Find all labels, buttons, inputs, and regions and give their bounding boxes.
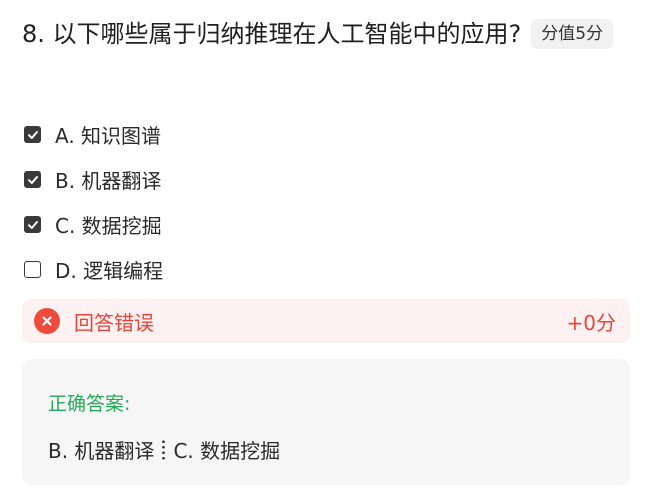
- checkbox-checked-icon[interactable]: [24, 216, 41, 233]
- correct-answer-item: C. 数据挖掘: [173, 439, 281, 463]
- option-label: D. 逻辑编程: [55, 259, 164, 283]
- options-list: A. 知识图谱 B. 机器翻译 C. 数据挖掘 D. 逻辑编程: [22, 112, 622, 292]
- quiz-page: 8. 以下哪些属于归纳推理在人工智能中的应用? 分值5分 A. 知识图谱 B. 机…: [0, 0, 665, 493]
- correct-answer-item: B. 机器翻译: [48, 439, 155, 463]
- option-label: B. 机器翻译: [55, 169, 162, 193]
- option-label: A. 知识图谱: [55, 124, 162, 148]
- dotted-separator: [162, 438, 166, 461]
- question-block: 8. 以下哪些属于归纳推理在人工智能中的应用? 分值5分: [22, 14, 622, 54]
- checkbox-unchecked-icon[interactable]: [24, 261, 41, 278]
- result-status: 回答错误: [74, 310, 154, 335]
- option-label: C. 数据挖掘: [55, 214, 162, 238]
- option-b[interactable]: B. 机器翻译: [22, 157, 622, 202]
- checkbox-checked-icon[interactable]: [24, 171, 41, 188]
- score-tag: 分值5分: [531, 19, 614, 49]
- result-bar: 回答错误 +0分: [22, 299, 630, 343]
- option-a[interactable]: A. 知识图谱: [22, 112, 622, 157]
- checkbox-checked-icon[interactable]: [24, 126, 41, 143]
- result-score: +0分: [566, 310, 616, 335]
- option-c[interactable]: C. 数据挖掘: [22, 202, 622, 247]
- question-text: 8. 以下哪些属于归纳推理在人工智能中的应用?: [22, 20, 522, 48]
- close-circle-icon: [34, 308, 60, 334]
- option-d[interactable]: D. 逻辑编程: [22, 247, 622, 292]
- correct-answer-title: 正确答案:: [48, 393, 131, 415]
- correct-answer-value: B. 机器翻译 C. 数据挖掘: [48, 435, 280, 464]
- correct-answer-panel: 正确答案: B. 机器翻译 C. 数据挖掘: [22, 359, 630, 485]
